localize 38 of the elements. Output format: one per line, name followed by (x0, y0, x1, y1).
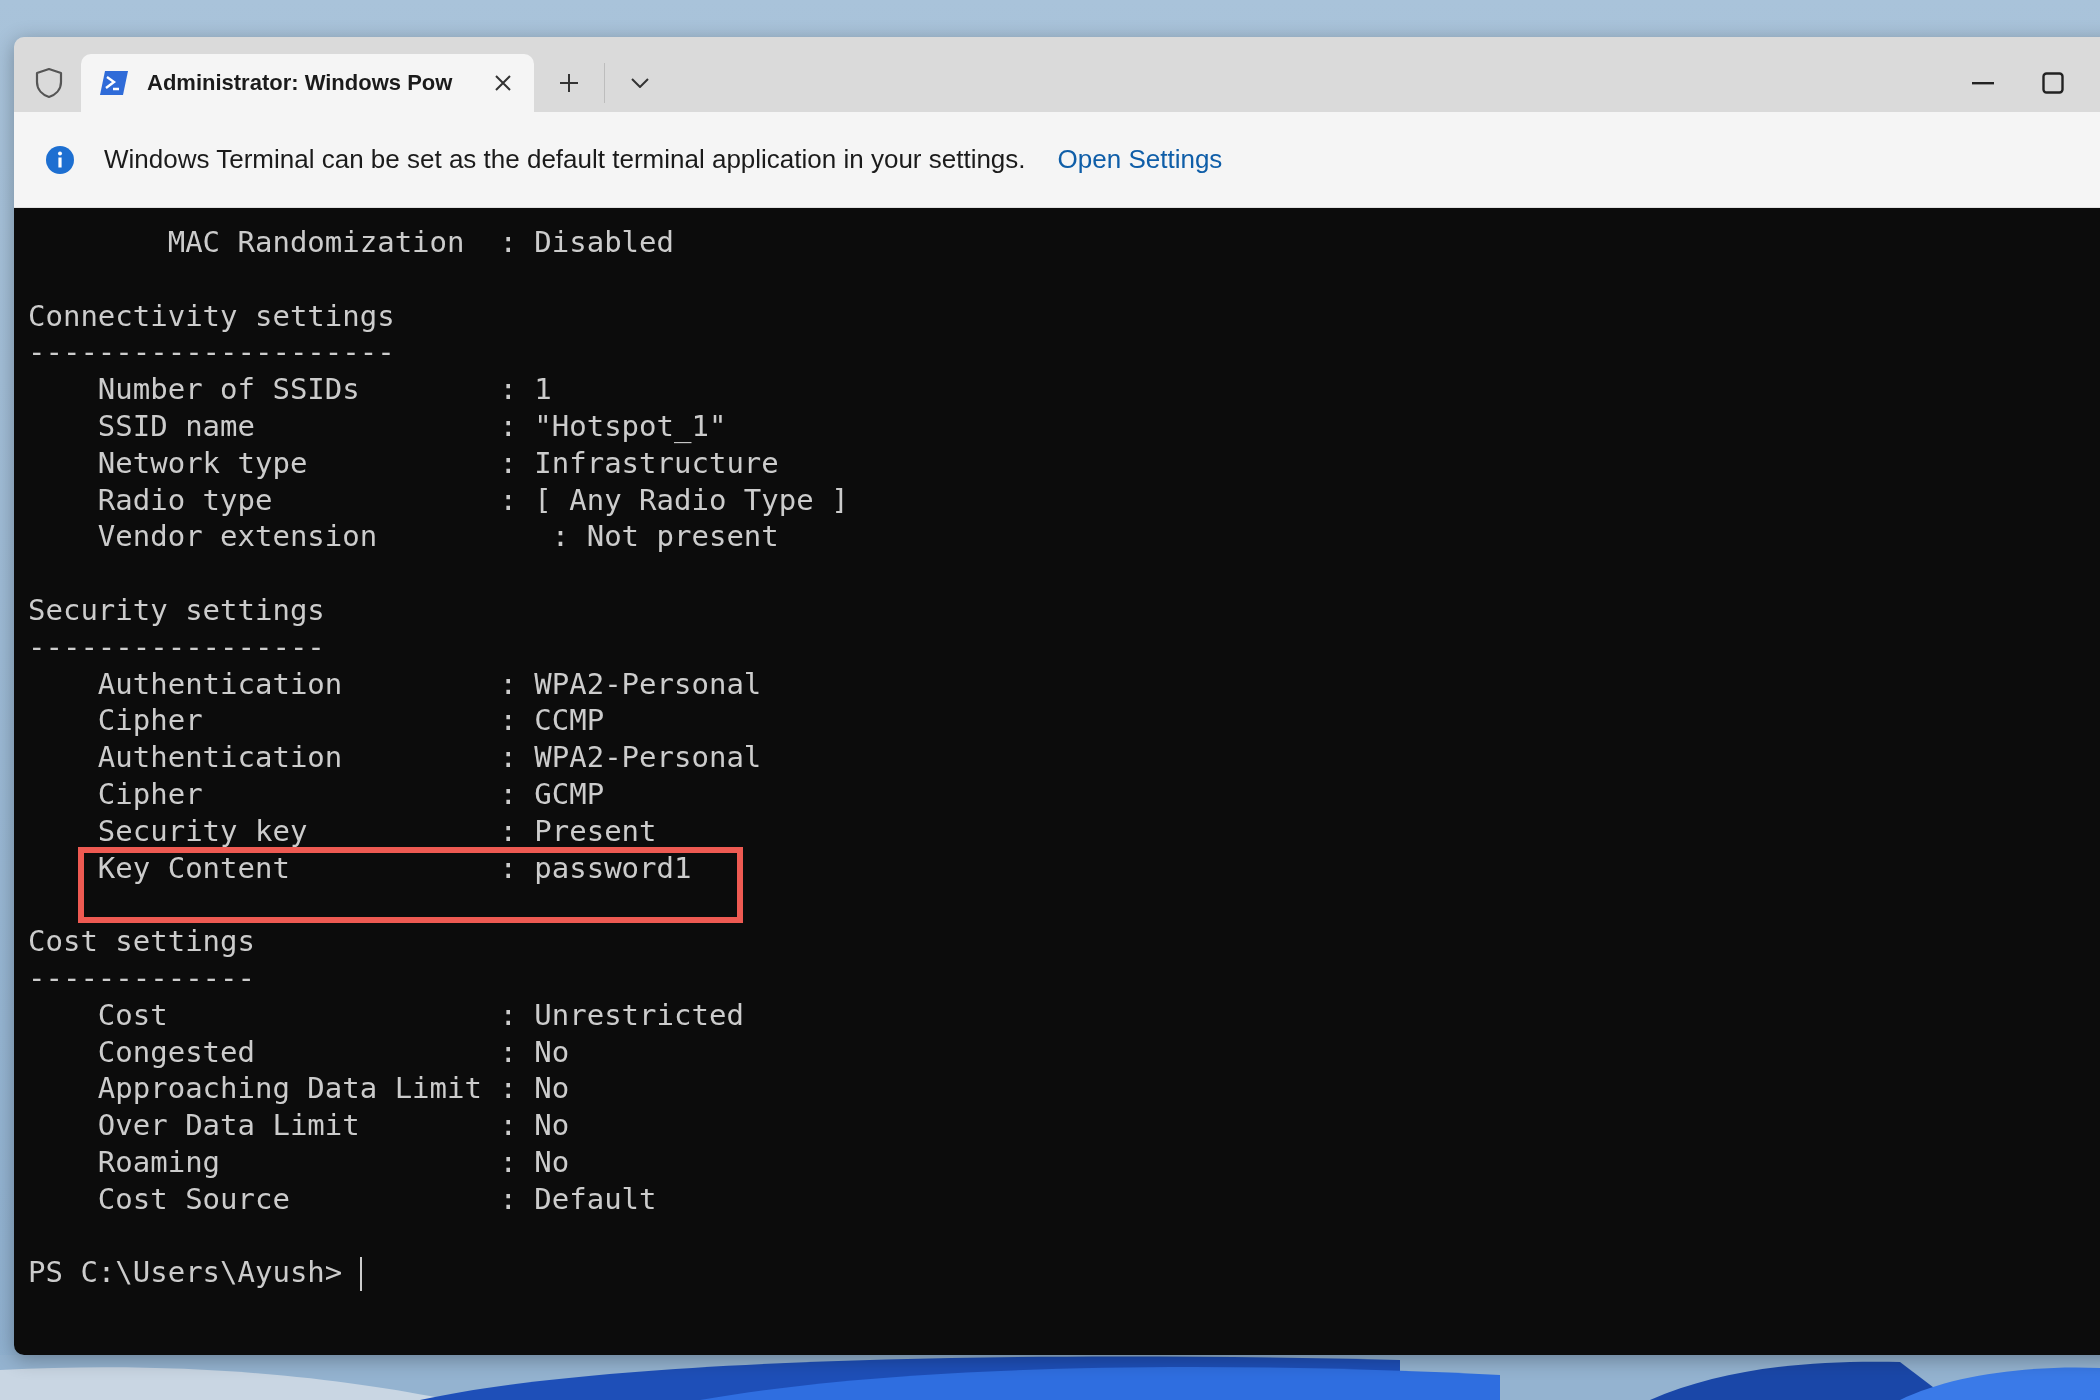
terminal-line: Authentication : WPA2-Personal (96, 740, 762, 775)
terminal-line: Cost settings (28, 924, 255, 959)
terminal-line: Key Content : password1 (96, 850, 692, 885)
terminal-line: Cipher : GCMP (96, 776, 605, 811)
command-prompt: PS C:\Users\Ayush> (28, 1255, 343, 1290)
chevron-down-icon (631, 78, 649, 88)
terminal-line: Cost : Unrestricted (96, 997, 744, 1032)
terminal-line: SSID name : "Hotspot_1" (96, 409, 727, 443)
terminal-line: Roaming : No (96, 1144, 570, 1179)
terminal-line: Cipher : CCMP (96, 703, 605, 738)
terminal-line: Authentication : WPA2-Personal (96, 666, 762, 701)
terminal-line: ------------- (28, 960, 255, 995)
terminal-line: MAC Randomization : Disabled (166, 225, 674, 259)
terminal-line: Radio type : [ Any Radio Type ] (96, 482, 849, 517)
text-cursor (360, 1257, 363, 1292)
minimize-icon (1972, 81, 1994, 85)
terminal-line: Number of SSIDs : 1 (96, 372, 552, 407)
terminal-line: Vendor extension : Not present (96, 519, 779, 554)
terminal-line: Connectivity settings (28, 298, 395, 333)
open-settings-link[interactable]: Open Settings (1057, 144, 1223, 175)
terminal-line: Security settings (28, 592, 325, 627)
tab-title: Administrator: Windows Pow (147, 70, 454, 96)
info-message: Windows Terminal can be set as the default terminal application in your settings. (104, 144, 1026, 175)
shield-icon[interactable] (34, 67, 64, 99)
close-icon[interactable] (494, 74, 512, 92)
terminal-line: Security key : Present (96, 813, 657, 848)
terminal-line: ----------------- (28, 629, 325, 664)
maximize-icon (2042, 72, 2064, 94)
terminal-tab[interactable]: Administrator: Windows Pow (81, 54, 534, 112)
terminal-line: Approaching Data Limit : No (96, 1071, 570, 1106)
terminal-icon (99, 70, 129, 96)
terminal-line: Cost Source : Default (96, 1181, 657, 1216)
terminal-line: Congested : No (96, 1034, 570, 1069)
terminal-line: --------------------- (28, 335, 395, 370)
info-icon (46, 145, 74, 174)
plus-icon (559, 73, 579, 93)
terminal-line: Network type : Infrastructure (96, 445, 779, 480)
terminal-line: Over Data Limit : No (96, 1108, 570, 1143)
